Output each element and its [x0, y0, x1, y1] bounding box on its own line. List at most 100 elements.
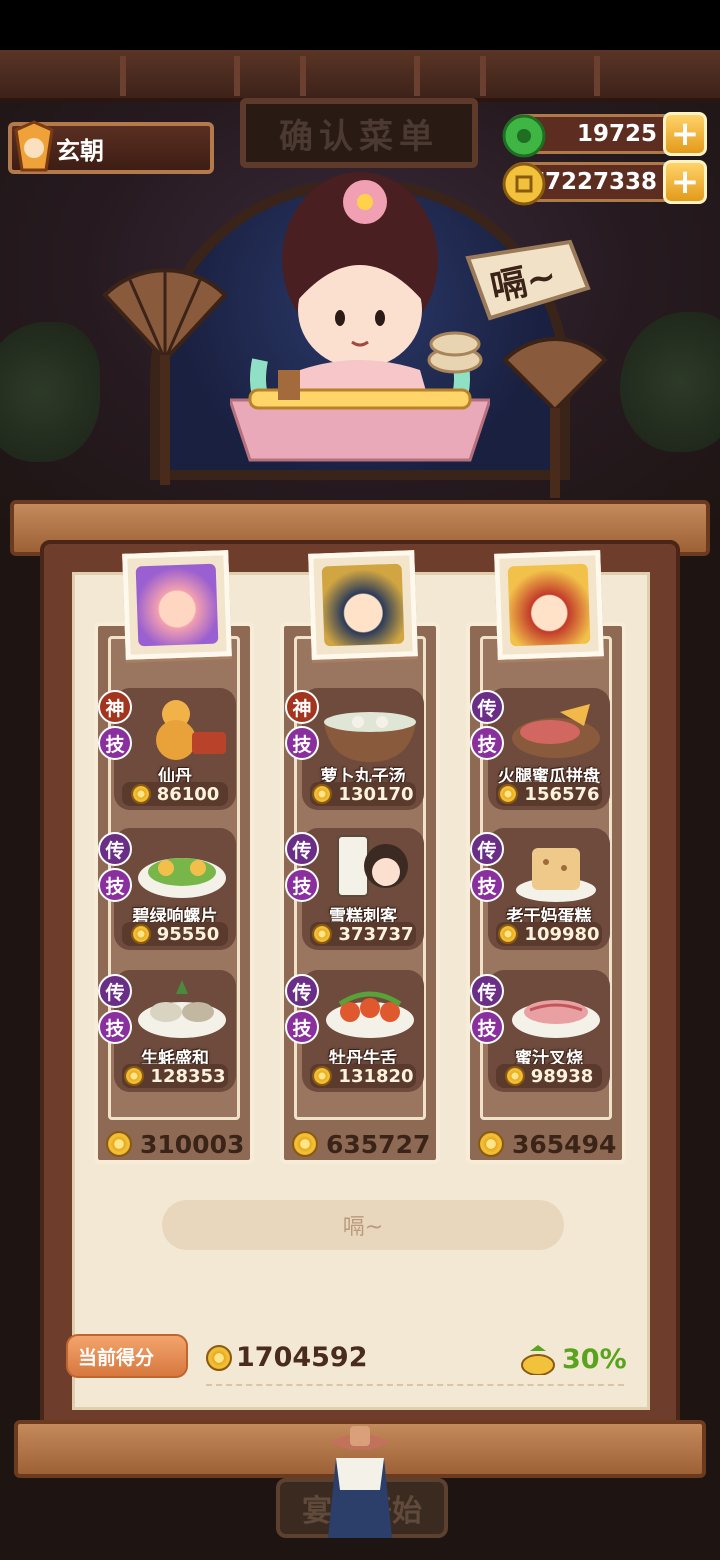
dish-price-value: 131820 — [338, 1065, 414, 1087]
dish-price: 86100 — [122, 782, 228, 806]
dish-card[interactable]: 老干妈蛋糕 109980 — [488, 828, 610, 950]
divider — [206, 1384, 624, 1386]
burp-button-label: 嗝~ — [342, 1215, 384, 1240]
guest-avatar — [321, 563, 405, 647]
coin-counter: 77227338 + — [502, 160, 707, 206]
dish-platter-icon — [512, 704, 600, 758]
dish-price: 95550 — [122, 922, 228, 946]
dish-price-value: 98938 — [530, 1065, 594, 1087]
game-screen: 确认菜单 嗝~ 玄朝 19725 + 77227338 + 仙丹 86100 碧… — [0, 0, 720, 1560]
dish-card[interactable]: 雪糕刺客 373737 — [302, 828, 424, 950]
dish-tongue-icon — [326, 991, 414, 1038]
rank-badge: 传 — [285, 974, 319, 1008]
coin-amount: 77227338 — [528, 169, 657, 195]
rank-badge: 传 — [470, 690, 504, 724]
dish-card[interactable]: 萝卜丸子汤 130170 — [302, 688, 424, 810]
rank-badge: 传 — [470, 832, 504, 866]
dish-card[interactable]: 蜜汁叉烧 98938 — [488, 970, 610, 1092]
dish-price: 98938 — [496, 1064, 602, 1088]
skill-badge: 技 — [470, 1010, 504, 1044]
column-total: 310003 — [106, 1124, 244, 1164]
jade-counter: 19725 + — [502, 112, 707, 158]
score-value: 1704592 — [206, 1342, 368, 1373]
dish-price-value: 130170 — [338, 783, 414, 805]
coin-icon — [124, 1066, 145, 1086]
npc-character — [230, 172, 490, 462]
plant-left — [0, 322, 100, 462]
column-total-value: 635727 — [326, 1129, 431, 1159]
page-title: 确认菜单 — [279, 116, 439, 157]
rank-badge: 传 — [98, 974, 132, 1008]
player-tag[interactable]: 玄朝 — [8, 120, 214, 174]
player-avatar-icon — [14, 120, 54, 172]
dish-cake-icon — [516, 848, 596, 902]
guest-portrait-2[interactable] — [308, 550, 418, 660]
skill-badge: 技 — [470, 868, 504, 902]
skill-badge: 技 — [285, 1010, 319, 1044]
coin-icon — [206, 1344, 232, 1371]
rank-badge: 传 — [285, 832, 319, 866]
dish-icecream-icon — [337, 835, 408, 897]
add-jade-button[interactable]: + — [663, 112, 707, 156]
dish-price-value: 95550 — [156, 923, 220, 945]
dish-conch-icon — [138, 858, 226, 898]
rank-badge: 传 — [470, 974, 504, 1008]
tassel-ornament-icon — [328, 1426, 392, 1538]
dish-price: 130170 — [310, 782, 416, 806]
guest-portrait-3[interactable] — [494, 550, 604, 660]
score-label: 当前得分 — [78, 1346, 155, 1369]
guest-portrait-1[interactable] — [122, 550, 232, 660]
title-sign: 确认菜单 — [240, 98, 478, 168]
truss — [120, 56, 240, 96]
rank-badge: 神 — [285, 690, 319, 724]
coin-icon — [478, 1131, 504, 1157]
rank-badge: 传 — [98, 832, 132, 866]
dish-card[interactable]: 碧绿响螺片 95550 — [114, 828, 236, 950]
coin-icon — [130, 784, 151, 804]
bonus-coin-bag-icon — [521, 1344, 555, 1375]
jade-amount: 19725 — [576, 121, 657, 147]
status-bar — [0, 0, 720, 50]
dish-card[interactable]: 生蚝盛和 128353 — [114, 970, 236, 1092]
coin-icon — [312, 784, 333, 804]
dish-card[interactable]: 牡丹牛舌 131820 — [302, 970, 424, 1092]
fan-right-icon — [502, 336, 608, 498]
score-label-tag: 当前得分 — [66, 1334, 188, 1378]
coin-icon — [504, 1066, 525, 1086]
skill-badge: 技 — [98, 726, 132, 760]
dish-price-value: 128353 — [150, 1065, 226, 1087]
coin-icon — [498, 924, 519, 944]
skill-badge: 技 — [470, 726, 504, 760]
burp-button[interactable]: 嗝~ — [162, 1200, 564, 1250]
guest-avatar — [135, 563, 219, 647]
dish-price-value: 86100 — [156, 783, 220, 805]
skill-badge: 技 — [98, 868, 132, 902]
dish-soup-icon — [324, 712, 416, 762]
dish-price-value: 156576 — [524, 783, 600, 805]
dish-oyster-icon — [138, 980, 226, 1038]
dish-gourd-icon — [156, 700, 226, 760]
column-total-value: 310003 — [140, 1129, 245, 1159]
add-coin-button[interactable]: + — [663, 160, 707, 204]
score-bonus: 30% — [520, 1344, 627, 1375]
dish-card[interactable]: 火腿蜜瓜拼盘 156576 — [488, 688, 610, 810]
dish-card[interactable]: 仙丹 86100 — [114, 688, 236, 810]
coin-icon — [130, 924, 151, 944]
coin-icon — [498, 784, 519, 804]
skill-badge: 技 — [285, 868, 319, 902]
coin-icon — [312, 924, 333, 944]
dish-price-value: 373737 — [338, 923, 414, 945]
dish-price: 128353 — [122, 1064, 228, 1088]
skill-badge: 技 — [98, 1010, 132, 1044]
roof-beam — [0, 50, 720, 102]
dish-price: 156576 — [496, 782, 602, 806]
dish-price: 131820 — [310, 1064, 416, 1088]
guest-avatar — [507, 563, 591, 647]
rank-badge: 神 — [98, 690, 132, 724]
dish-price: 109980 — [496, 922, 602, 946]
truss — [480, 56, 600, 96]
column-total: 635727 — [292, 1124, 430, 1164]
column-total-value: 365494 — [512, 1129, 617, 1159]
coin-icon — [106, 1131, 132, 1157]
skill-badge: 技 — [285, 726, 319, 760]
